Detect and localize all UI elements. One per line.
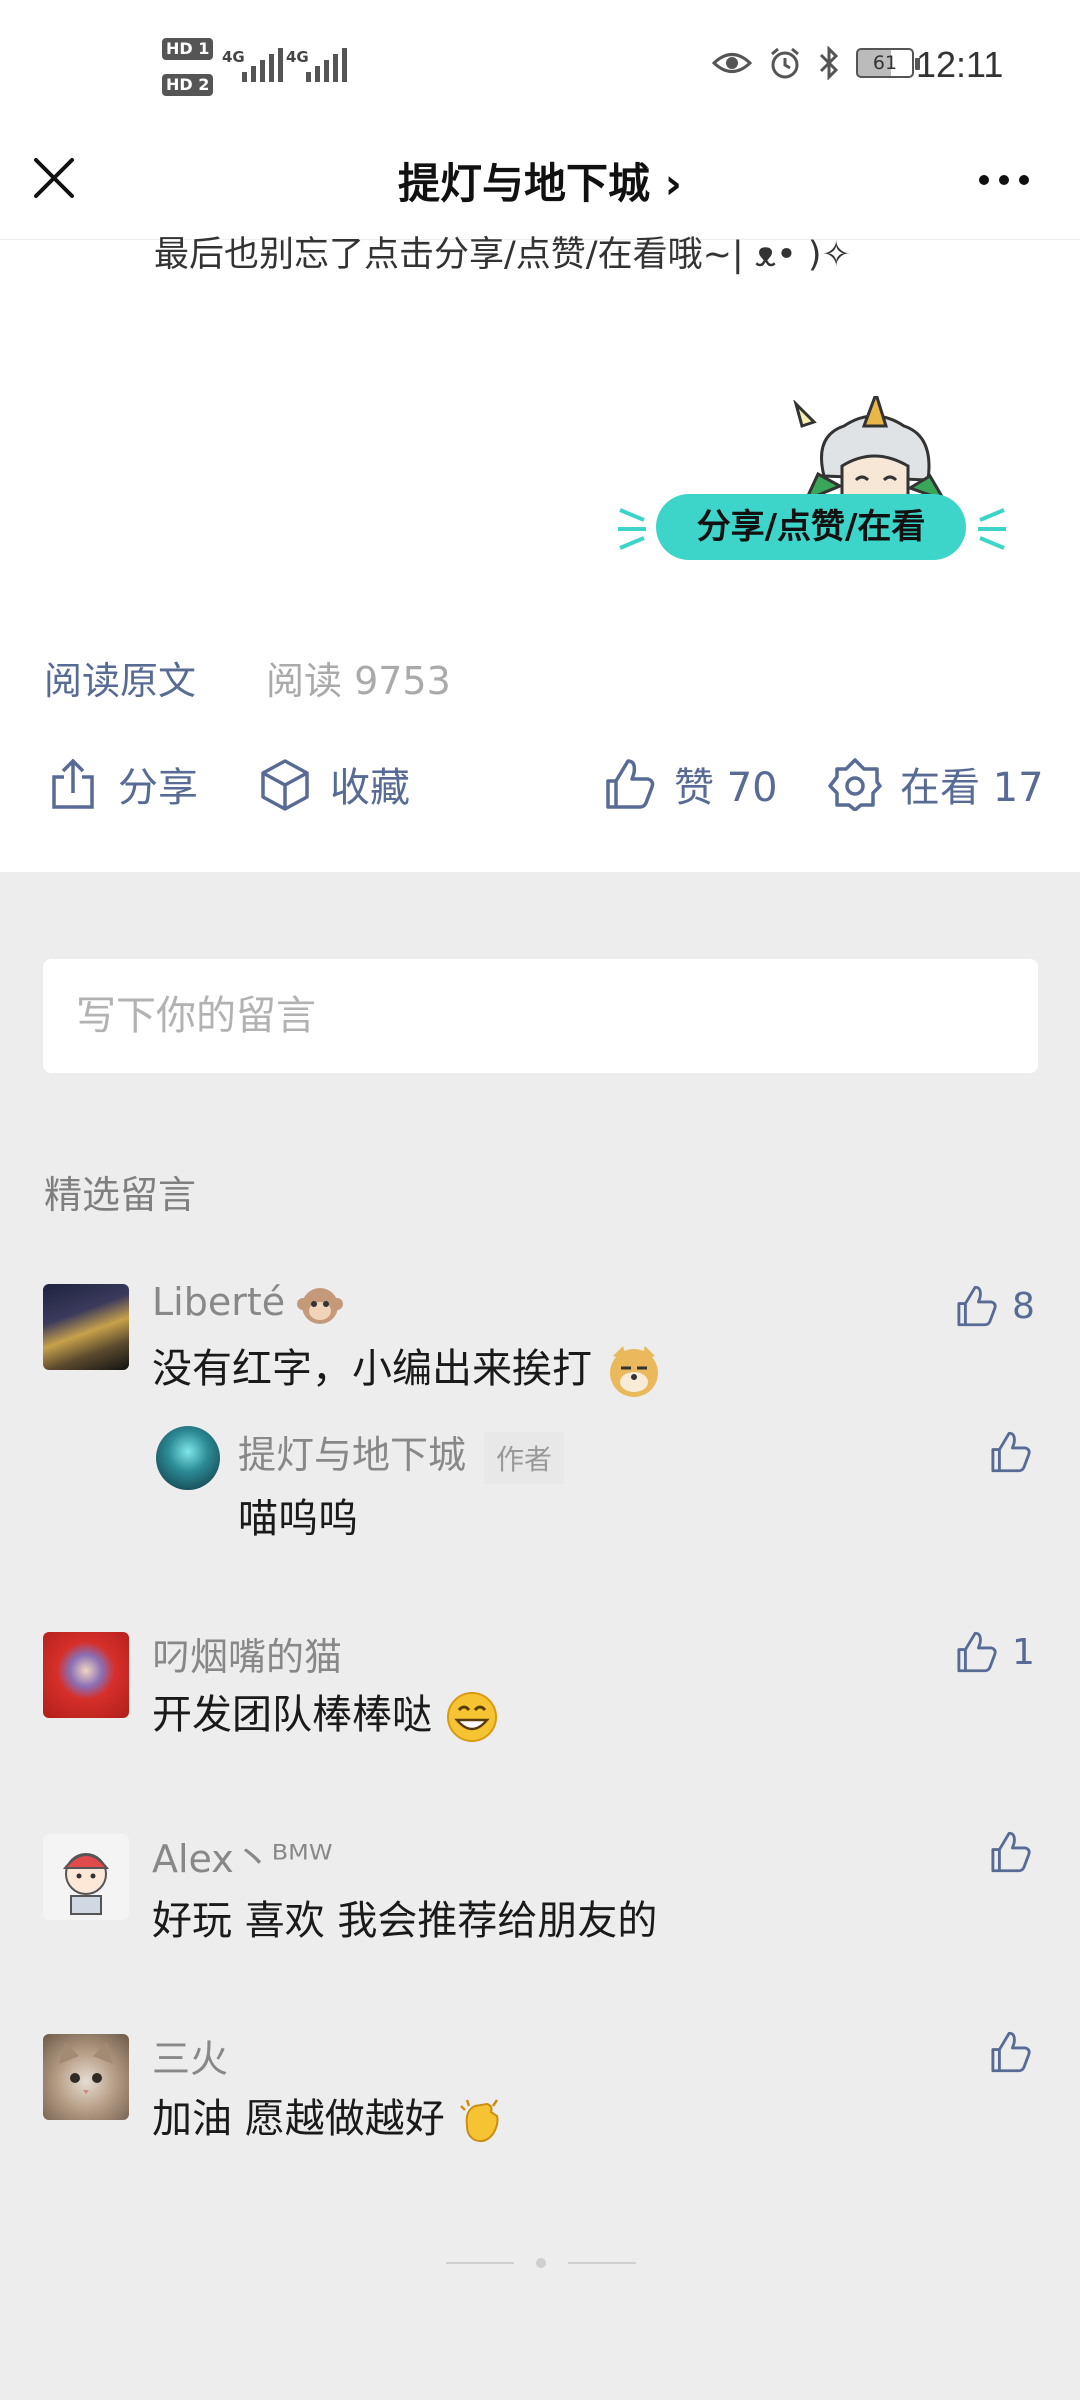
comment-text: 加油 愿越做越好 (152, 2086, 507, 2146)
thumbs-up-icon (991, 2031, 1031, 2073)
end-of-list-divider (446, 2258, 636, 2268)
cartoon-avatar-icon (62, 1853, 110, 1915)
cat-avatar-icon (59, 2042, 113, 2094)
monkey-emoji-icon (297, 1287, 344, 1324)
watching-label: 在看 17 (900, 765, 1044, 811)
comment-like-button[interactable] (988, 2030, 1032, 2074)
thumbs-up-icon (991, 1831, 1031, 1873)
cube-favorite-icon (261, 759, 309, 811)
reply-author[interactable]: 提灯与地下城 作者 (238, 1424, 565, 1484)
signal-bars-2-icon (306, 48, 347, 82)
sim-indicators: HD 1 HD 2 (162, 38, 214, 110)
author-badge: 作者 (484, 1431, 565, 1484)
comment-author[interactable]: 三火 (152, 2028, 228, 2083)
eye-icon (712, 53, 752, 73)
comment-text: 好玩 喜欢 我会推荐给朋友的 (152, 1898, 658, 1944)
sparkle-right-icon (978, 508, 1006, 550)
avatar[interactable] (43, 1284, 129, 1370)
comment-author[interactable]: Alex丶ᴮᴹᵂ (152, 1828, 332, 1883)
author-avatar[interactable] (156, 1426, 220, 1490)
comment-text: 开发团队棒棒哒 (152, 1682, 499, 1744)
status-icons: 61 (712, 46, 920, 80)
doge-emoji-icon (609, 1346, 658, 1397)
hd2-badge: HD 2 (162, 74, 214, 96)
comment-input[interactable]: 写下你的留言 (43, 959, 1038, 1073)
comment-like-button[interactable]: 1 (954, 1630, 1035, 1674)
like-button[interactable]: 赞 70 (602, 752, 778, 816)
exclaim-mark-icon (793, 400, 817, 428)
thumbs-up-icon (991, 1431, 1031, 1473)
comment-like-count: 8 (1012, 1285, 1035, 1327)
more-options-icon[interactable] (972, 160, 1036, 200)
grinning-emoji-icon (446, 1692, 497, 1742)
reply-like-button[interactable] (988, 1430, 1032, 1474)
avatar[interactable] (43, 2034, 129, 2120)
comment-text: 没有红字，小编出来挨打 (152, 1336, 663, 1400)
status-bar: HD 1 HD 2 4G 4G 61 12:11 (0, 0, 1080, 138)
comment-like-count: 1 (1012, 1631, 1035, 1673)
read-row: 阅读原文 阅读 9753 (44, 650, 451, 705)
favorite-label: 收藏 (330, 765, 410, 811)
avatar[interactable] (43, 1632, 129, 1718)
signal-bars-1-icon (242, 48, 283, 82)
comment-like-button[interactable]: 8 (954, 1284, 1035, 1328)
article-area: HD 1 HD 2 4G 4G 61 12:11 提灯与地下城 › 最后也别忘了… (0, 0, 1080, 872)
favorite-button[interactable]: 收藏 (258, 752, 410, 816)
article-closing-text: 最后也别忘了点击分享/点赞/在看哦~| ᴥ• )✧ (154, 235, 851, 275)
share-icon (52, 758, 94, 809)
like-label: 赞 70 (674, 765, 778, 811)
sparkle-left-icon (618, 508, 646, 550)
close-icon[interactable] (28, 152, 80, 204)
watching-icon (828, 758, 882, 811)
read-original-link[interactable]: 阅读原文 (44, 659, 196, 703)
thumbs-up-icon (957, 1285, 997, 1327)
thumbs-up-icon (957, 1631, 997, 1673)
bluetooth-icon (819, 46, 839, 80)
share-like-sticker: 分享/点赞/在看 (616, 376, 1008, 576)
hd1-badge: HD 1 (162, 38, 214, 60)
alarm-icon (771, 47, 799, 79)
watching-button[interactable]: 在看 17 (828, 752, 1044, 816)
comment-author[interactable]: 叼烟嘴的猫 (152, 1626, 342, 1681)
comment-author[interactable]: Liberté (152, 1280, 344, 1328)
mascot-character-icon (804, 396, 944, 506)
clock: 12:11 (916, 44, 1004, 85)
avatar[interactable] (43, 1834, 129, 1920)
sticker-text: 分享/点赞/在看 (656, 494, 966, 560)
clapping-hands-emoji-icon (460, 2099, 499, 2143)
featured-comments-title: 精选留言 (44, 1173, 197, 1217)
page-title[interactable]: 提灯与地下城 › (0, 150, 1080, 211)
reply-text: 喵呜呜 (238, 1496, 358, 1542)
share-label: 分享 (118, 765, 198, 811)
battery-indicator: 61 (856, 48, 920, 78)
nav-bar: 提灯与地下城 › (0, 138, 1080, 240)
thumbs-up-icon (606, 759, 655, 809)
share-button[interactable]: 分享 (46, 752, 198, 816)
read-count: 阅读 9753 (266, 659, 451, 703)
comment-like-button[interactable] (988, 1830, 1032, 1874)
